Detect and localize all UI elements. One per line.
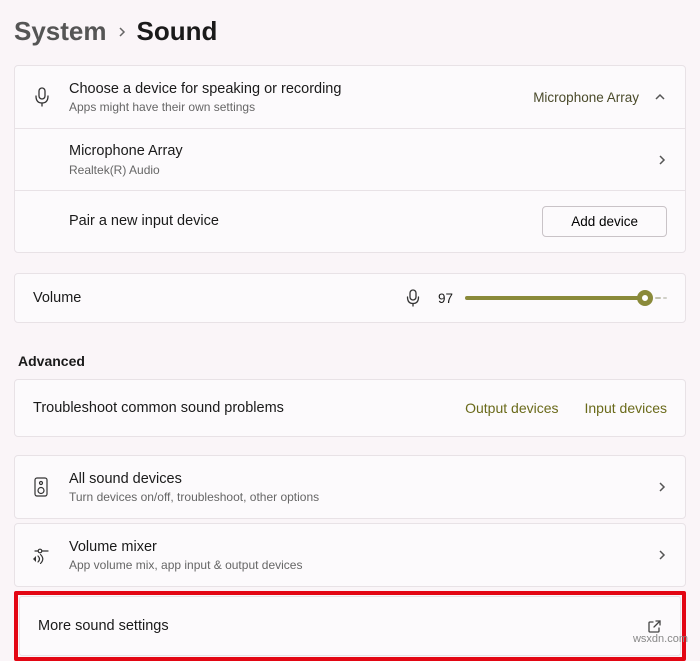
chevron-right-icon: [117, 26, 127, 38]
microphone-icon: [33, 86, 69, 108]
volume-label: Volume: [33, 290, 81, 306]
volume-slider[interactable]: [465, 296, 651, 300]
more-sound-title: More sound settings: [38, 617, 647, 636]
volume-mixer-title: Volume mixer: [69, 538, 657, 557]
page-title: Sound: [137, 16, 218, 47]
input-devices-link[interactable]: Input devices: [585, 400, 668, 416]
choose-input-device-row[interactable]: Choose a device for speaking or recordin…: [15, 66, 685, 128]
input-device-item[interactable]: Microphone Array Realtek(R) Audio: [15, 128, 685, 190]
chevron-right-icon: [657, 548, 667, 562]
slider-thumb[interactable]: [637, 290, 653, 306]
external-link-icon: [647, 619, 662, 634]
add-device-button[interactable]: Add device: [542, 206, 667, 237]
mixer-icon: [33, 546, 69, 564]
advanced-section-label: Advanced: [18, 353, 686, 369]
watermark: wsxdn.com: [633, 633, 688, 645]
all-sound-sub: Turn devices on/off, troubleshoot, other…: [69, 490, 657, 504]
slider-tail: [663, 297, 667, 299]
breadcrumb: System Sound: [14, 16, 686, 47]
volume-card: Volume 97: [14, 273, 686, 323]
breadcrumb-parent[interactable]: System: [14, 16, 107, 47]
pair-input-row: Pair a new input device Add device: [15, 190, 685, 252]
microphone-icon[interactable]: [405, 288, 421, 308]
slider-tail: [655, 297, 661, 299]
chevron-right-icon: [657, 480, 667, 494]
input-device-sub: Realtek(R) Audio: [69, 163, 657, 177]
chevron-up-icon[interactable]: [653, 92, 667, 102]
troubleshoot-title: Troubleshoot common sound problems: [33, 400, 465, 416]
troubleshoot-card: Troubleshoot common sound problems Outpu…: [14, 379, 686, 437]
choose-input-sub: Apps might have their own settings: [69, 100, 533, 114]
choose-input-title: Choose a device for speaking or recordin…: [69, 80, 533, 99]
volume-value: 97: [431, 291, 453, 306]
all-sound-title: All sound devices: [69, 470, 657, 489]
input-device-title: Microphone Array: [69, 142, 657, 161]
volume-mixer-sub: App volume mix, app input & output devic…: [69, 558, 657, 572]
pair-input-title: Pair a new input device: [69, 212, 542, 231]
speaker-device-icon: [33, 476, 69, 498]
volume-mixer-row[interactable]: Volume mixer App volume mix, app input &…: [14, 523, 686, 587]
all-sound-devices-row[interactable]: All sound devices Turn devices on/off, t…: [14, 455, 686, 519]
chevron-right-icon: [657, 153, 667, 167]
input-device-card: Choose a device for speaking or recordin…: [14, 65, 686, 253]
selected-input-device: Microphone Array: [533, 90, 639, 105]
more-sound-settings-row[interactable]: More sound settings: [19, 596, 681, 656]
output-devices-link[interactable]: Output devices: [465, 400, 558, 416]
